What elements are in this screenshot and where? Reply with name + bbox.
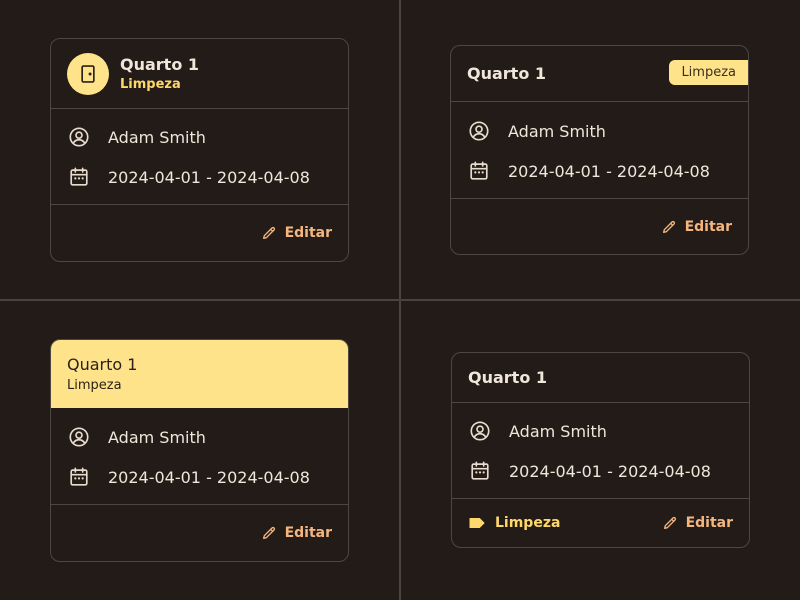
- room-title: Quarto 1: [67, 355, 138, 374]
- user-circle-icon: [68, 126, 90, 148]
- guest-row: Adam Smith: [452, 411, 749, 451]
- date-range: 2024-04-01 - 2024-04-08: [108, 167, 310, 187]
- edit-button[interactable]: Editar: [261, 525, 332, 541]
- user-circle-icon: [468, 120, 490, 142]
- date-range: 2024-04-01 - 2024-04-08: [108, 467, 310, 487]
- guest-name: Adam Smith: [108, 127, 206, 147]
- edit-label: Editar: [284, 525, 332, 541]
- pencil-icon: [663, 516, 676, 529]
- card-header-highlighted: Quarto 1 Limpeza: [51, 340, 348, 408]
- room-status: Limpeza: [67, 378, 122, 393]
- dates-row: 2024-04-01 - 2024-04-08: [452, 451, 749, 491]
- user-circle-icon: [68, 426, 90, 448]
- calendar-icon: [468, 160, 490, 182]
- guest-row: Adam Smith: [451, 111, 748, 151]
- date-range: 2024-04-01 - 2024-04-08: [508, 161, 710, 181]
- room-title: Quarto 1: [120, 55, 200, 74]
- date-range: 2024-04-01 - 2024-04-08: [509, 461, 711, 481]
- room-title: Quarto 1: [467, 64, 547, 83]
- calendar-icon: [469, 460, 491, 482]
- room-card-tag-variant: Quarto 1 Adam Smith 2024-04-01 - 2024-04…: [451, 352, 750, 548]
- calendar-icon: [68, 166, 90, 188]
- card-header: Quarto 1 Limpeza: [451, 46, 748, 101]
- pencil-icon: [262, 526, 275, 539]
- dates-row: 2024-04-01 - 2024-04-08: [451, 151, 748, 191]
- room-card-avatar-variant: Quarto 1 Limpeza Adam Smith 2024-04-01 -…: [50, 38, 349, 262]
- grid-divider-horizontal: [0, 299, 800, 301]
- status-tag-label: Limpeza: [495, 515, 561, 531]
- room-status: Limpeza: [120, 77, 181, 92]
- room-title: Quarto 1: [468, 368, 548, 387]
- pencil-icon: [262, 226, 275, 239]
- card-header: Quarto 1: [452, 353, 749, 402]
- guest-row: Adam Smith: [51, 117, 348, 157]
- label-icon: [469, 518, 485, 528]
- room-card-badge-variant: Quarto 1 Limpeza Adam Smith 2024-04-01 -…: [450, 45, 749, 255]
- card-header: Quarto 1 Limpeza: [51, 39, 348, 108]
- guest-row: Adam Smith: [51, 417, 348, 457]
- door-icon: [67, 52, 109, 95]
- status-tag: Limpeza: [469, 515, 560, 531]
- dates-row: 2024-04-01 - 2024-04-08: [51, 457, 348, 497]
- user-circle-icon: [469, 420, 491, 442]
- edit-button[interactable]: Editar: [662, 515, 733, 531]
- guest-name: Adam Smith: [108, 427, 206, 447]
- edit-label: Editar: [685, 515, 733, 531]
- guest-name: Adam Smith: [508, 121, 606, 141]
- dates-row: 2024-04-01 - 2024-04-08: [51, 157, 348, 197]
- room-card-highlight-variant: Quarto 1 Limpeza Adam Smith 2024-04-01 -…: [50, 339, 349, 562]
- pencil-icon: [662, 220, 675, 233]
- edit-label: Editar: [684, 218, 732, 235]
- edit-button[interactable]: Editar: [661, 219, 732, 235]
- calendar-icon: [68, 466, 90, 488]
- edit-button[interactable]: Editar: [261, 225, 332, 241]
- status-badge: Limpeza: [669, 60, 748, 85]
- guest-name: Adam Smith: [509, 421, 607, 441]
- edit-label: Editar: [284, 225, 332, 241]
